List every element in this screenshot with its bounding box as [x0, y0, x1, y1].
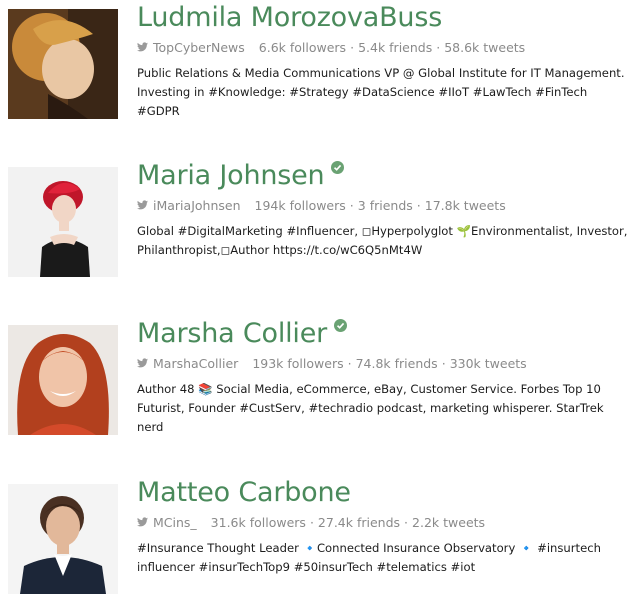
twitter-bird-icon	[137, 42, 148, 52]
separator-dot: ·	[347, 355, 352, 371]
friends-count: 27.4k friends	[317, 514, 401, 530]
profile-stats: iMariaJohnsen 194k followers · 3 friends…	[137, 197, 632, 213]
avatar[interactable]	[8, 167, 118, 277]
separator-dot: ·	[404, 514, 409, 530]
twitter-bird-icon	[137, 200, 148, 210]
profile-name[interactable]: Matteo Carbone	[137, 477, 351, 508]
avatar[interactable]	[8, 9, 118, 119]
profile-stats: TopCyberNews 6.6k followers · 5.4k frien…	[137, 39, 632, 55]
separator-dot: ·	[309, 514, 314, 530]
tweets-count: 330k tweets	[449, 355, 527, 371]
profile-bio: Public Relations & Media Communications …	[137, 66, 625, 118]
followers-count: 6.6k followers	[258, 39, 347, 55]
avatar[interactable]	[8, 325, 118, 435]
profile-handle[interactable]: MarshaCollier	[153, 356, 238, 371]
verified-badge-icon	[334, 318, 348, 332]
friends-count: 74.8k friends	[355, 355, 438, 371]
profile-bio: Author 48 📚 Social Media, eCommerce, eBa…	[137, 382, 604, 434]
friends-count: 3 friends	[357, 197, 413, 213]
twitter-bird-icon	[137, 517, 148, 527]
profile-bio: #Insurance Thought Leader 🔹Connected Ins…	[137, 541, 601, 574]
profile-stats: MarshaCollier 193k followers · 74.8k fri…	[137, 355, 632, 371]
separator-dot: ·	[436, 39, 441, 55]
twitter-bird-icon	[137, 358, 148, 368]
profile-name[interactable]: Ludmila MorozovaBuss	[137, 2, 442, 33]
followers-count: 31.6k followers	[210, 514, 306, 530]
friends-count: 5.4k friends	[358, 39, 433, 55]
separator-dot: ·	[349, 197, 354, 213]
tweets-count: 17.8k tweets	[424, 197, 506, 213]
tweets-count: 58.6k tweets	[444, 39, 526, 55]
profile-handle[interactable]: iMariaJohnsen	[153, 198, 241, 213]
profile-bio: Global #DigitalMarketing #Influencer, ◻H…	[137, 224, 628, 257]
profile-name[interactable]: Marsha Collier	[137, 318, 327, 349]
separator-dot: ·	[441, 355, 446, 371]
profile-handle[interactable]: MCins_	[153, 515, 197, 530]
profile-stats: MCins_ 31.6k followers · 27.4k friends ·…	[137, 514, 632, 530]
avatar[interactable]	[8, 484, 118, 594]
verified-badge-icon	[331, 160, 345, 174]
separator-dot: ·	[350, 39, 355, 55]
separator-dot: ·	[416, 197, 421, 213]
profile-name[interactable]: Maria Johnsen	[137, 160, 325, 191]
tweets-count: 2.2k tweets	[412, 514, 486, 530]
profile-handle[interactable]: TopCyberNews	[153, 40, 245, 55]
followers-count: 193k followers	[252, 355, 344, 371]
followers-count: 194k followers	[254, 197, 346, 213]
